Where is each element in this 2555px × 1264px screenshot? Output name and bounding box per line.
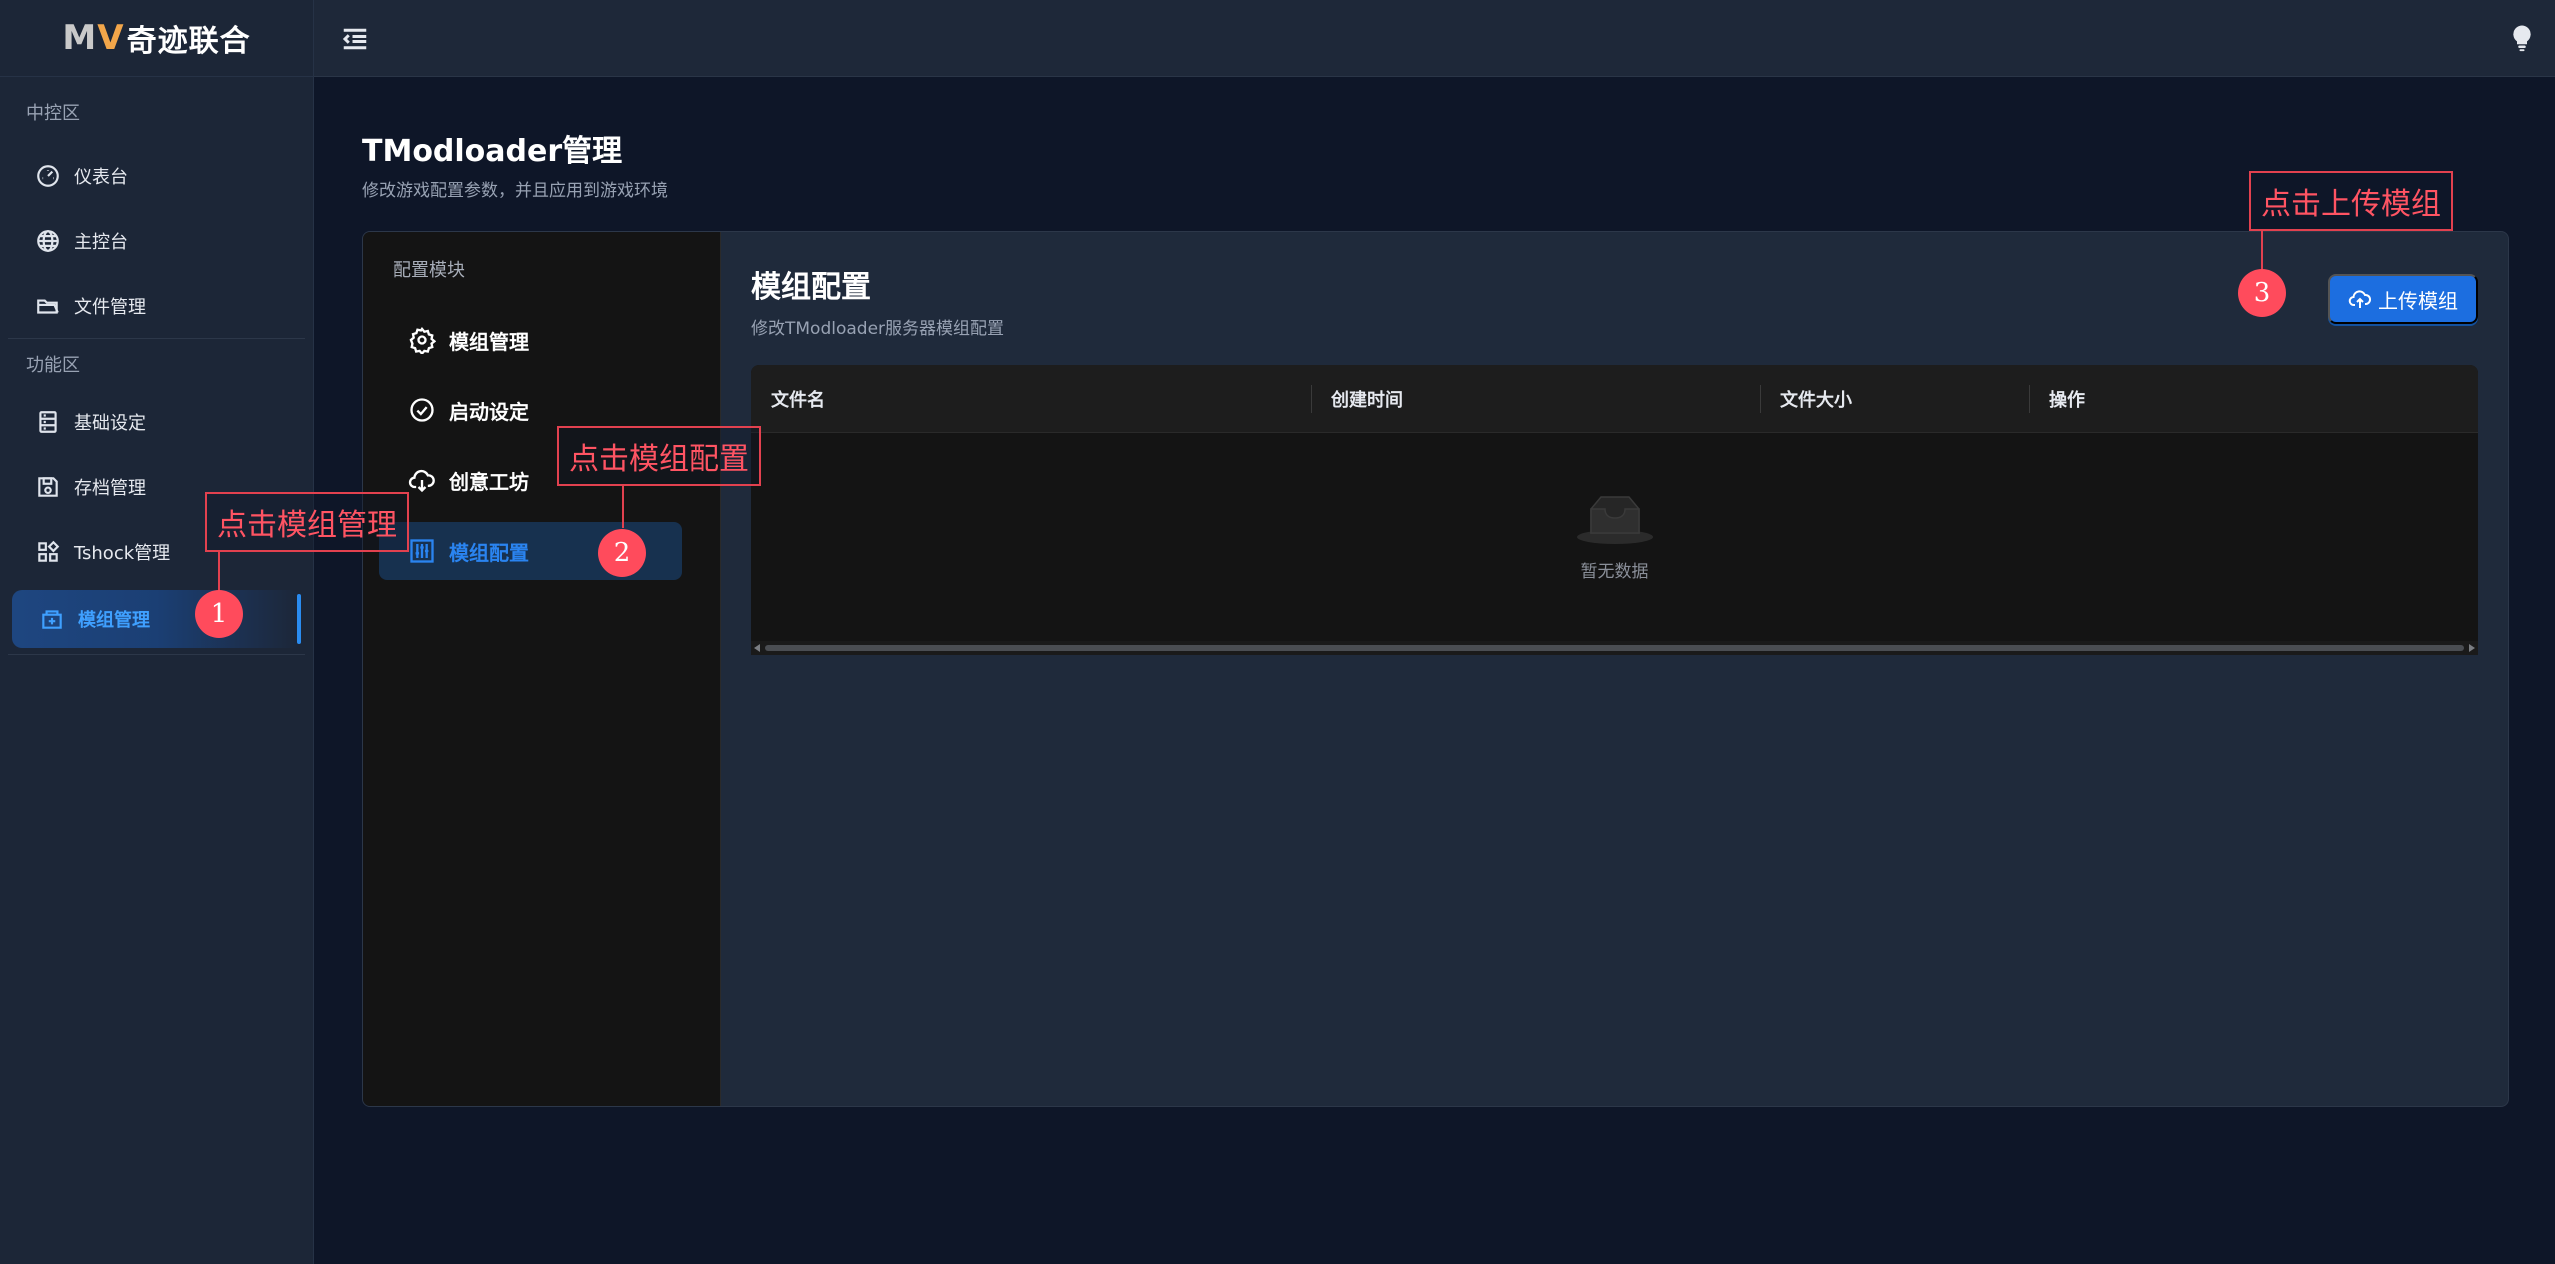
scroll-left-icon[interactable] xyxy=(754,644,760,652)
sidebar-item-label: 仪表台 xyxy=(74,166,128,188)
cloud-download-icon xyxy=(407,465,437,495)
annotation-line-2 xyxy=(622,486,624,528)
sidebar-item-console[interactable]: 主控台 xyxy=(0,208,313,273)
column-separator xyxy=(2029,385,2030,413)
globe-icon xyxy=(34,227,62,255)
cloud-upload-icon xyxy=(2348,290,2372,308)
module-menu: 配置模块 模组管理 启动设定 创意工坊 模组配置 xyxy=(363,232,721,1106)
annotation-callout-1: 点击模组管理 xyxy=(205,492,409,552)
empty-inbox-icon xyxy=(1576,495,1653,544)
annotation-line-1 xyxy=(218,552,220,592)
column-header-size[interactable]: 文件大小 xyxy=(1780,365,1852,433)
sidebar-item-label: 主控台 xyxy=(74,231,128,253)
column-header-filename[interactable]: 文件名 xyxy=(771,365,825,433)
sidebar-item-label: Tshock管理 xyxy=(74,542,171,564)
annotation-callout-3: 点击上传模组 xyxy=(2249,171,2453,231)
gear-icon xyxy=(407,325,437,355)
module-item-label: 模组配置 xyxy=(449,540,529,565)
apps-icon xyxy=(34,538,62,566)
page-subtitle: 修改游戏配置参数，并且应用到游戏环境 xyxy=(362,181,668,201)
logo-mark: MV xyxy=(62,18,125,58)
sidebar-item-label: 文件管理 xyxy=(74,296,146,318)
module-icon xyxy=(38,605,66,633)
sidebar-item-files[interactable]: 文件管理 xyxy=(0,273,313,338)
mod-file-table: 文件名 创建时间 文件大小 操作 暂无数据 xyxy=(751,365,2478,655)
sliders-icon xyxy=(407,536,437,566)
sidebar-item-mods[interactable]: 模组管理 xyxy=(12,590,301,648)
scrollbar-thumb[interactable] xyxy=(765,645,2464,651)
annotation-badge-2: 2 xyxy=(598,529,646,577)
theme-lightbulb-icon[interactable] xyxy=(2507,22,2537,54)
annotation-line-3 xyxy=(2261,231,2263,271)
table-empty-state: 暂无数据 xyxy=(751,433,2478,639)
upload-mod-label: 上传模组 xyxy=(2378,290,2458,313)
app-logo[interactable]: MV 奇迹联合 xyxy=(0,0,313,77)
annotation-badge-3: 3 xyxy=(2238,269,2286,317)
scroll-right-icon[interactable] xyxy=(2469,644,2475,652)
column-separator xyxy=(1760,385,1761,413)
module-item-label: 创意工坊 xyxy=(449,469,529,494)
check-circle-icon xyxy=(407,395,437,425)
sidebar-item-dashboard[interactable]: 仪表台 xyxy=(0,143,313,208)
table-header: 文件名 创建时间 文件大小 操作 xyxy=(751,365,2478,433)
upload-mod-button[interactable]: 上传模组 xyxy=(2328,274,2478,324)
sidebar-item-label: 模组管理 xyxy=(78,610,150,631)
annotation-badge-1: 1 xyxy=(195,590,243,638)
menu-collapse-icon[interactable] xyxy=(340,24,370,54)
dashboard-icon xyxy=(34,162,62,190)
sidebar: MV 奇迹联合 中控区 仪表台 主控台 文件管理 功能区 基础设定 存档管理 T… xyxy=(0,0,314,1264)
folder-icon xyxy=(34,292,62,320)
empty-text: 暂无数据 xyxy=(1580,561,1649,582)
module-item-mod-management[interactable]: 模组管理 xyxy=(379,311,682,369)
top-header xyxy=(314,0,2555,77)
sidebar-section-title: 中控区 xyxy=(26,103,80,124)
horizontal-scrollbar[interactable] xyxy=(751,641,2478,655)
page-title: TModloader管理 xyxy=(362,134,623,169)
sidebar-item-basic-settings[interactable]: 基础设定 xyxy=(0,389,313,454)
column-header-created[interactable]: 创建时间 xyxy=(1331,365,1403,433)
column-separator xyxy=(1311,385,1312,413)
content-subtitle: 修改TModloader服务器模组配置 xyxy=(751,319,1005,339)
column-header-actions: 操作 xyxy=(2049,390,2085,411)
content-title: 模组配置 xyxy=(751,270,871,305)
config-panel: 配置模块 模组管理 启动设定 创意工坊 模组配置 模组配置 修改TModload… xyxy=(362,231,2509,1107)
annotation-callout-2: 点击模组配置 xyxy=(557,426,761,486)
logo-text: 奇迹联合 xyxy=(126,24,251,59)
module-menu-title: 配置模块 xyxy=(393,260,465,281)
save-icon xyxy=(34,473,62,501)
sidebar-section-title: 功能区 xyxy=(26,355,80,376)
sidebar-item-label: 存档管理 xyxy=(74,477,146,499)
sidebar-item-label: 基础设定 xyxy=(74,412,146,434)
sidebar-divider xyxy=(8,654,305,655)
module-item-label: 模组管理 xyxy=(449,329,529,354)
server-icon xyxy=(34,408,62,436)
module-item-label: 启动设定 xyxy=(449,399,529,424)
